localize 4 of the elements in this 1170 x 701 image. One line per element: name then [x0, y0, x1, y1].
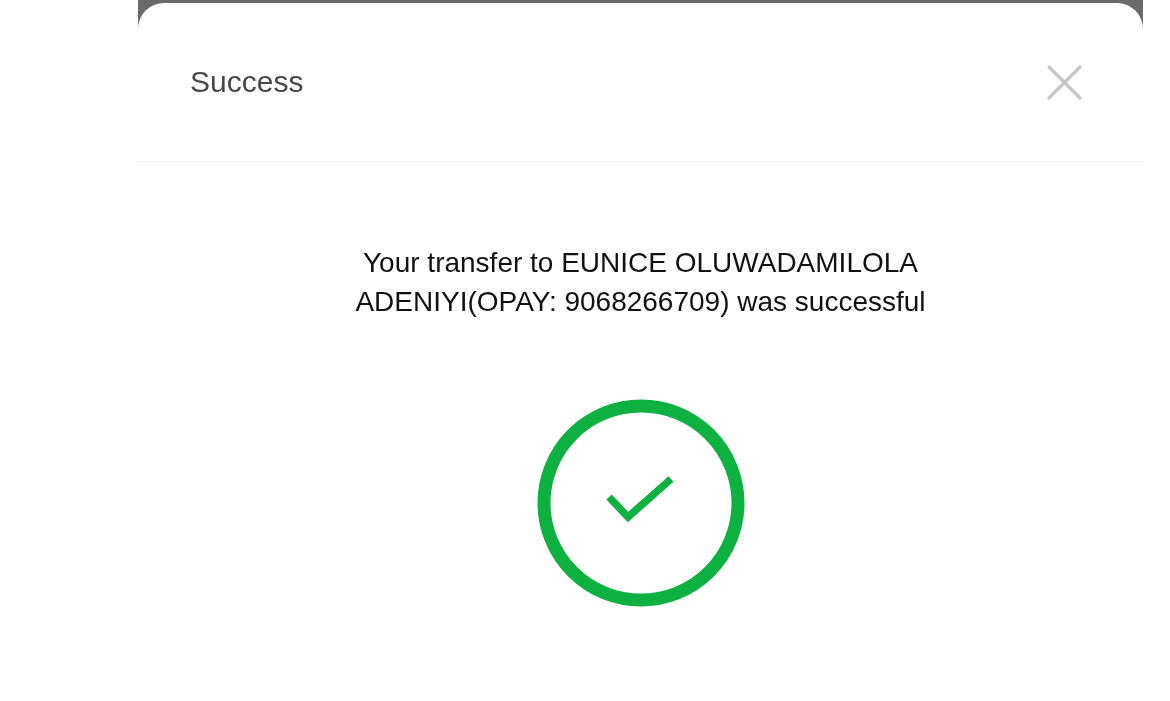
dialog-title: Success — [190, 64, 304, 100]
message-text: Your transfer to EUNICE OLUWADAMILOLA ADENIYI(OPAY: 9068266709) was successful — [354, 246, 927, 319]
close-icon — [1047, 64, 1082, 100]
close-button[interactable] — [1047, 64, 1082, 100]
